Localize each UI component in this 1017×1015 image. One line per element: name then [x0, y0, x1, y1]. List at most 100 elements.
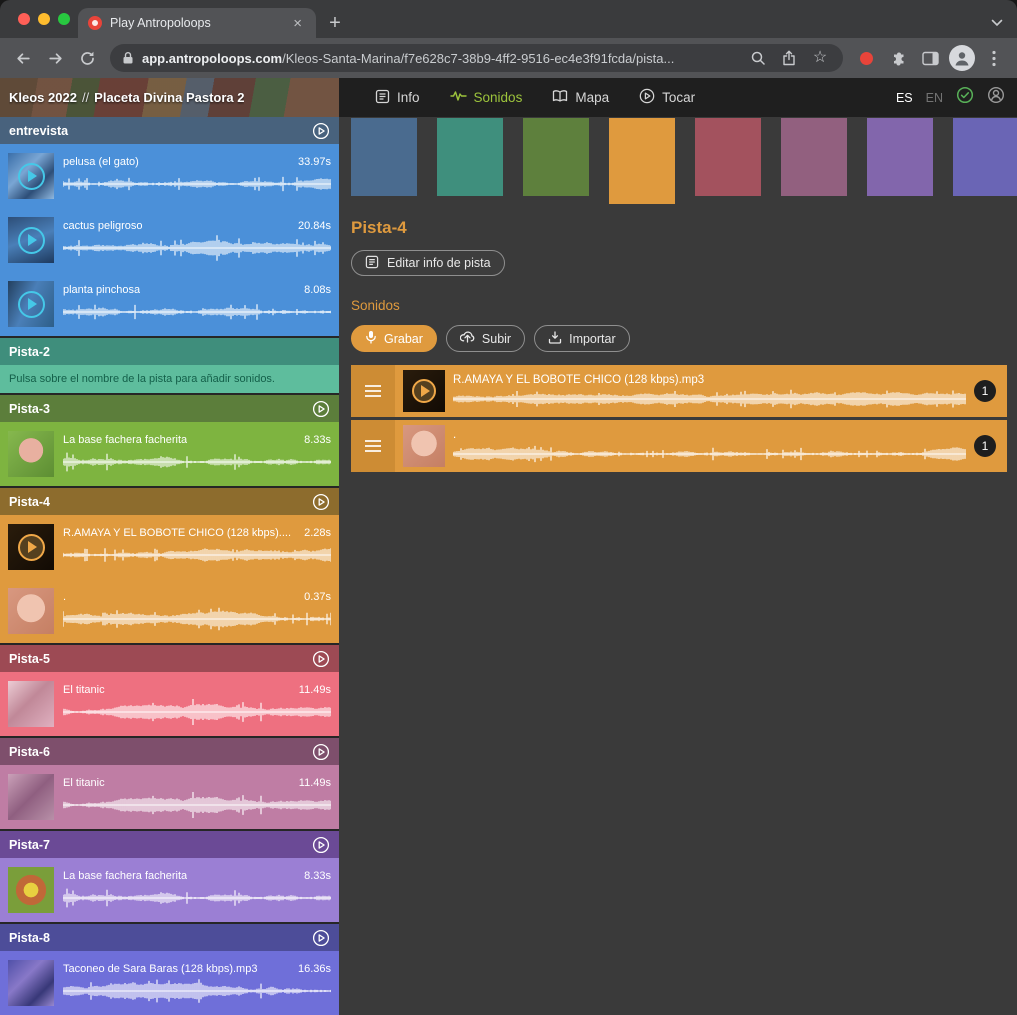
- pista-header[interactable]: Pista-8: [0, 924, 339, 951]
- share-icon[interactable]: [777, 50, 801, 66]
- clip-thumbnail[interactable]: [8, 524, 54, 570]
- track-sidebar: entrevistapelusa (el gato)33.97scactus p…: [0, 117, 339, 1015]
- check-circle-icon[interactable]: [956, 86, 974, 109]
- clip-thumbnail[interactable]: [8, 588, 54, 634]
- pista-name: Pista-6: [9, 745, 312, 759]
- pista-header[interactable]: Pista-3: [0, 395, 339, 422]
- recording-extension-icon[interactable]: [851, 43, 881, 73]
- clip-thumbnail[interactable]: [8, 431, 54, 477]
- map-icon: [552, 89, 568, 106]
- track-swatch-4[interactable]: [609, 118, 675, 204]
- clip-row[interactable]: pelusa (el gato)33.97s: [0, 144, 339, 208]
- upload-button-label: Subir: [482, 332, 511, 346]
- clip-row[interactable]: El titanic11.49s: [0, 765, 339, 829]
- track-swatch-7[interactable]: [867, 118, 933, 196]
- pista-header[interactable]: Pista-5: [0, 645, 339, 672]
- clip-thumbnail[interactable]: [8, 681, 54, 727]
- drag-handle-icon[interactable]: [351, 420, 395, 472]
- clip-thumbnail[interactable]: [403, 425, 445, 467]
- address-bar[interactable]: app.antropoloops.com/Kleos-Santa-Marina/…: [110, 44, 843, 72]
- sound-row[interactable]: .1: [351, 420, 1007, 472]
- clip-thumbnail[interactable]: [8, 281, 54, 327]
- import-button[interactable]: Importar: [534, 325, 630, 352]
- url-text[interactable]: app.antropoloops.com/Kleos-Santa-Marina/…: [142, 51, 739, 66]
- play-track-button[interactable]: [312, 836, 330, 854]
- import-button-label: Importar: [569, 332, 616, 346]
- track-swatch-8[interactable]: [953, 118, 1017, 196]
- side-panel-icon[interactable]: [915, 43, 945, 73]
- clip-duration: 16.36s: [298, 963, 331, 975]
- play-track-button[interactable]: [312, 400, 330, 418]
- new-tab-button[interactable]: +: [320, 9, 350, 37]
- track-swatch-3[interactable]: [523, 118, 589, 196]
- play-track-button[interactable]: [312, 650, 330, 668]
- tab-tocar[interactable]: Tocar: [639, 88, 695, 107]
- clip-thumbnail[interactable]: [8, 774, 54, 820]
- play-track-button[interactable]: [312, 122, 330, 140]
- extensions-puzzle-icon[interactable]: [883, 43, 913, 73]
- clip-row[interactable]: .0.37s: [0, 579, 339, 643]
- tab-mapa[interactable]: Mapa: [552, 89, 609, 106]
- record-button[interactable]: Grabar: [351, 325, 437, 352]
- record-button-label: Grabar: [384, 332, 423, 346]
- play-track-button[interactable]: [312, 743, 330, 761]
- pista-header[interactable]: Pista-2: [0, 338, 339, 365]
- pista-header[interactable]: Pista-4: [0, 488, 339, 515]
- clip-row[interactable]: Taconeo de Sara Baras (128 kbps).mp3 16.3…: [0, 951, 339, 1015]
- drag-handle-icon[interactable]: [351, 365, 395, 417]
- track-swatch-6[interactable]: [781, 118, 847, 196]
- reload-icon[interactable]: [72, 43, 102, 73]
- tab-search-chevron-icon[interactable]: [991, 14, 1003, 32]
- sidebar-section-pista-4: Pista-4 R.AMAYA Y EL BOBOTE CHICO (128 kb…: [0, 488, 339, 643]
- tab-close-icon[interactable]: ×: [289, 14, 306, 33]
- play-track-button[interactable]: [312, 493, 330, 511]
- clip-thumbnail[interactable]: [8, 217, 54, 263]
- track-swatch-1[interactable]: [351, 118, 417, 196]
- clip-duration: 8.33s: [304, 434, 331, 446]
- minimize-window-button[interactable]: [38, 13, 50, 25]
- clip-thumbnail[interactable]: [403, 370, 445, 412]
- pista-header[interactable]: Pista-7: [0, 831, 339, 858]
- clip-duration: 0.37s: [304, 591, 331, 603]
- zoom-icon[interactable]: [746, 50, 770, 66]
- tab-sonidos[interactable]: Sonidos: [450, 89, 523, 106]
- edit-track-info-button[interactable]: Editar info de pista: [351, 250, 505, 276]
- clip-thumbnail[interactable]: [8, 867, 54, 913]
- zoom-window-button[interactable]: [58, 13, 70, 25]
- clip-row[interactable]: R.AMAYA Y EL BOBOTE CHICO (128 kbps)....…: [0, 515, 339, 579]
- clip-thumbnail[interactable]: [8, 153, 54, 199]
- header-right: ES EN: [896, 78, 1017, 117]
- menu-kebab-icon[interactable]: [979, 43, 1009, 73]
- clip-row[interactable]: cactus peligroso20.84s: [0, 208, 339, 272]
- account-icon[interactable]: [987, 86, 1005, 109]
- waveform: [63, 699, 331, 725]
- close-window-button[interactable]: [18, 13, 30, 25]
- edit-track-info-label: Editar info de pista: [387, 256, 491, 270]
- clip-thumbnail[interactable]: [8, 960, 54, 1006]
- browser-tab[interactable]: Play Antropoloops ×: [78, 8, 316, 38]
- lang-en[interactable]: EN: [926, 91, 943, 105]
- play-track-button[interactable]: [312, 929, 330, 947]
- bookmark-star-icon[interactable]: ☆: [808, 50, 832, 66]
- clip-title: Taconeo de Sara Baras (128 kbps).mp3: [63, 963, 257, 975]
- back-icon[interactable]: [8, 43, 38, 73]
- clip-row[interactable]: La base fachera facherita8.33s: [0, 422, 339, 486]
- pista-header[interactable]: Pista-6: [0, 738, 339, 765]
- upload-button[interactable]: Subir: [446, 325, 525, 352]
- track-swatch-5[interactable]: [695, 118, 761, 196]
- waveform: [63, 299, 331, 325]
- pista-name: Pista-4: [9, 495, 312, 509]
- sound-title: R.AMAYA Y EL BOBOTE CHICO (128 kbps).mp3: [453, 374, 966, 386]
- pista-header[interactable]: entrevista: [0, 117, 339, 144]
- track-swatch-2[interactable]: [437, 118, 503, 196]
- sounds-section-label: Sonidos: [351, 298, 1017, 313]
- breadcrumb[interactable]: Kleos 2022//Placeta Divina Pastora 2: [0, 78, 339, 117]
- forward-icon[interactable]: [40, 43, 70, 73]
- clip-row[interactable]: La base fachera facherita8.33s: [0, 858, 339, 922]
- sound-row[interactable]: R.AMAYA Y EL BOBOTE CHICO (128 kbps).mp3…: [351, 365, 1007, 417]
- clip-row[interactable]: El titanic11.49s: [0, 672, 339, 736]
- clip-row[interactable]: planta pinchosa8.08s: [0, 272, 339, 336]
- tab-info[interactable]: Info: [375, 89, 420, 107]
- profile-avatar[interactable]: [947, 43, 977, 73]
- lang-es[interactable]: ES: [896, 91, 913, 105]
